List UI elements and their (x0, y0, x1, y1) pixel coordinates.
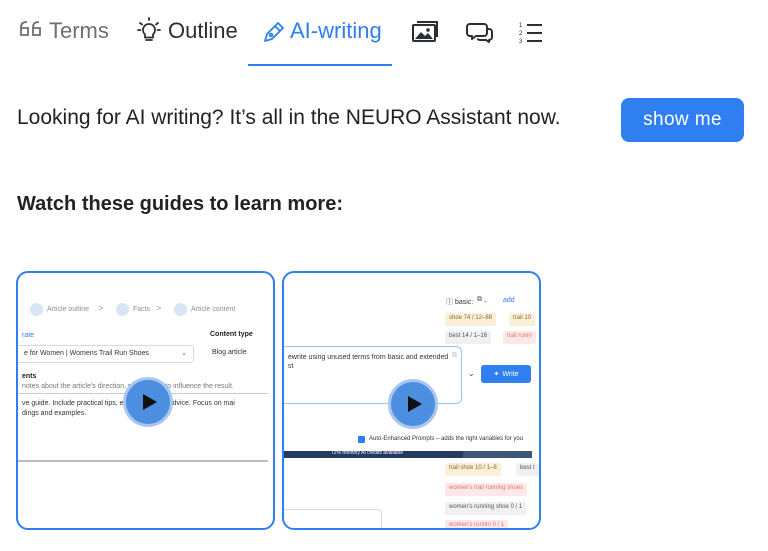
add-link: add (503, 297, 515, 304)
write-button: ✦ Write (481, 365, 531, 383)
term-tag: trail runni (503, 331, 536, 344)
step-article-content: Article content (174, 303, 235, 316)
show-me-button[interactable]: show me (621, 98, 744, 142)
tab-list[interactable]: 1 2 3 (518, 20, 544, 72)
step-article-outline: Article outline (30, 303, 89, 316)
prompt-line: dings and examples. (22, 410, 87, 417)
chevron-down-icon: ⌄ (181, 350, 187, 357)
video-thumbnail: ⓘ basic: ⧉ ⌄ add shoe 74 / 12–88 trail 1… (284, 273, 539, 528)
copy-icon: ⧉ ⌄ (477, 296, 488, 303)
basic-label: ⓘ basic: (446, 299, 474, 306)
chevron-right-icon: > (156, 303, 162, 313)
video-guide-auto-enhanced-prompts[interactable]: ⓘ basic: ⧉ ⌄ add shoe 74 / 12–88 trail 1… (282, 271, 541, 530)
chat-bubbles-icon (466, 20, 494, 44)
panel-box (284, 509, 382, 528)
tab-terms[interactable]: Terms (19, 14, 109, 66)
term-tag: trail 10 (509, 313, 536, 326)
term-tag: women's running shoe 0 / 1 (445, 502, 527, 515)
play-icon (143, 394, 157, 410)
svg-text:3: 3 (519, 39, 523, 44)
info-icon: ⓘ (446, 299, 453, 306)
tab-outline[interactable]: Outline (136, 14, 238, 66)
term-tag: best t (516, 463, 539, 476)
chevron-right-icon: > (98, 303, 104, 313)
quote-icon (19, 14, 43, 48)
play-button[interactable] (123, 377, 173, 427)
active-tab-indicator (248, 64, 392, 66)
guides-heading: Watch these guides to learn more: (17, 193, 343, 215)
numbered-list-icon: 1 2 3 (518, 20, 544, 44)
sparkle-icon: ✦ (493, 371, 500, 378)
video-thumbnail: Article outline > Facts > Article conten… (18, 273, 273, 528)
checkbox-icon (358, 436, 365, 443)
tab-bar: Terms Outline AI-writing 1 2 3 (0, 0, 768, 66)
term-tag: women's trail running shoes (445, 483, 528, 496)
tab-label: Outline (168, 18, 238, 43)
video-guide-article-content[interactable]: Article outline > Facts > Article conten… (16, 271, 275, 530)
title-input: e for Women | Womens Trail Run Shoes ⌄ (18, 345, 194, 363)
content-type-label: Content type (210, 331, 253, 338)
play-icon (408, 396, 422, 412)
play-button[interactable] (388, 379, 438, 429)
pen-icon (262, 14, 284, 48)
tab-images[interactable] (411, 20, 439, 72)
tab-ai-writing[interactable]: AI-writing (248, 14, 392, 66)
credits-label: 72% monthly AI credits available (331, 450, 403, 456)
credits-progress-bar: 72% monthly AI credits available (284, 450, 532, 458)
images-icon (411, 20, 439, 44)
term-tag: women's runnin 0 / 1 (445, 520, 509, 528)
lightbulb-icon (136, 14, 162, 48)
svg-text:2: 2 (519, 31, 523, 37)
tab-chat[interactable] (466, 20, 494, 72)
copy-icon: ⧉ (452, 352, 457, 359)
term-tag: best 14 / 1–16 (445, 331, 492, 344)
term-tag: shoe 74 / 12–88 (445, 313, 497, 326)
tab-label: AI-writing (290, 18, 382, 43)
term-tag: trail shoe 10 / 1–8 (445, 463, 501, 476)
svg-text:1: 1 (519, 23, 523, 29)
field-label: rate (22, 332, 35, 339)
content-type-value: Blog article (212, 349, 247, 356)
chevron-down-icon: ⌄ (468, 369, 475, 378)
step-facts: Facts (116, 303, 150, 316)
tab-label: Terms (49, 18, 109, 43)
notes-label: ents (22, 373, 37, 380)
promo-text: Looking for AI writing? It’s all in the … (17, 106, 561, 129)
auto-enhanced-label: Auto-Enhanced Prompts – adds the right v… (369, 436, 524, 442)
